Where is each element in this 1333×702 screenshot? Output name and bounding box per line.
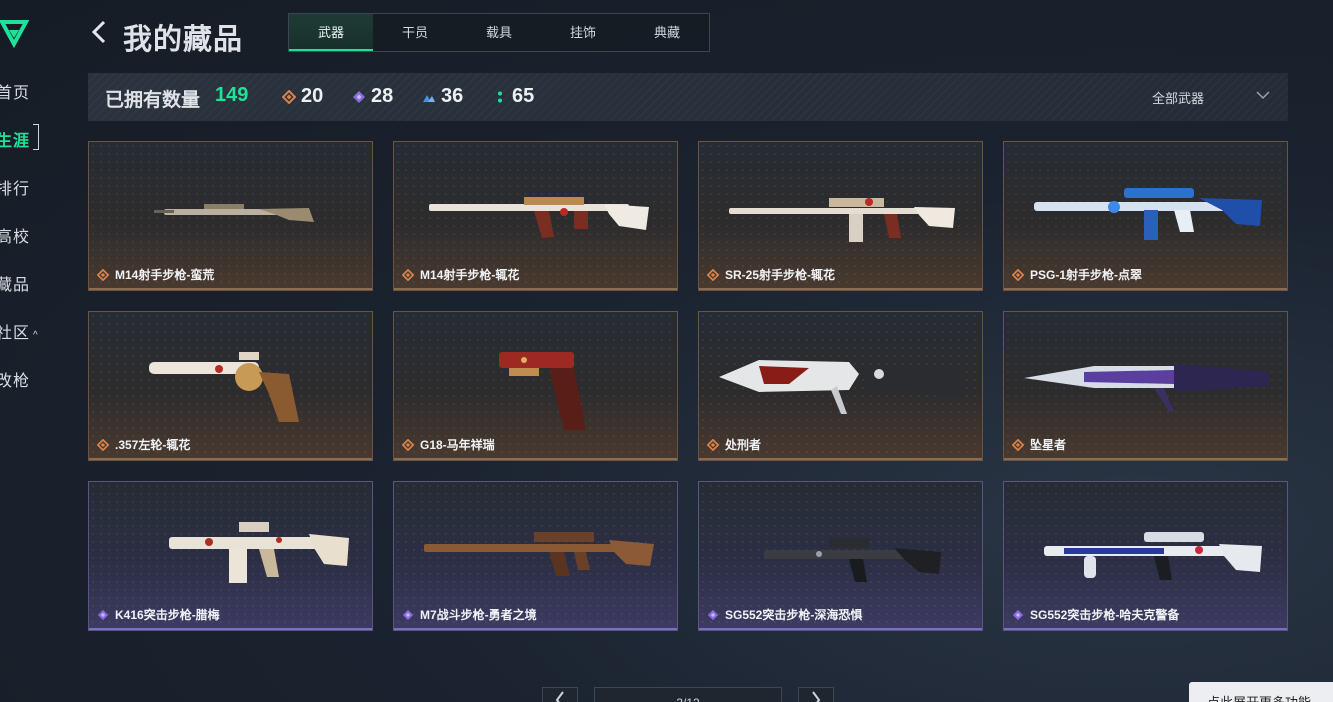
item-name: SG552突击步枪-哈夫克警备 — [1030, 608, 1180, 622]
revolver-image — [149, 352, 299, 422]
item-name: K416突击步枪-腊梅 — [115, 608, 220, 622]
rarity-stat-blue: 36 — [422, 85, 463, 108]
collection-item-card[interactable]: PSG-1射手步枪-点翠 — [1003, 141, 1288, 291]
sg552-rifle-image — [764, 538, 941, 582]
sidebar: 首页 生涯 排行 高校 藏品 社区 ^ 改枪 — [0, 0, 60, 702]
sidebar-item-label: 生涯 — [0, 133, 31, 150]
sidebar-item-ranking[interactable]: 排行 — [0, 175, 30, 199]
app-logo-icon[interactable] — [0, 18, 30, 48]
collection-item-card[interactable]: K416突击步枪-腊梅 — [88, 481, 373, 631]
tab-operators[interactable]: 干员 — [373, 14, 457, 51]
owned-count-label: 已拥有数量 — [105, 90, 201, 111]
k416-rifle-image — [169, 522, 349, 583]
rarity-stat-green: 65 — [493, 85, 534, 108]
rarity-stat-orange: 20 — [282, 85, 323, 108]
category-tabs: 武器 干员 载具 挂饰 典藏 — [288, 13, 710, 52]
sg552-rifle-image — [1044, 532, 1262, 580]
starfall-blade-image — [1024, 364, 1269, 412]
collection-item-card[interactable]: 坠星者 — [1003, 311, 1288, 461]
chevron-up-icon: ^ — [33, 330, 39, 341]
collection-item-card[interactable]: .357左轮-辄花 — [88, 311, 373, 461]
sidebar-item-label: 改枪 — [0, 373, 31, 390]
back-arrow-icon[interactable] — [88, 18, 112, 46]
green-dots-icon — [498, 91, 502, 102]
next-page-button[interactable] — [798, 687, 834, 702]
item-name: SG552突击步枪-深海恐惧 — [725, 608, 863, 622]
owned-count-value: 149 — [215, 84, 249, 106]
sidebar-item-label: 社区 — [0, 325, 31, 342]
orange-diamond-icon — [402, 268, 414, 281]
rarity-count: 20 — [301, 85, 324, 107]
weapon-filter-select[interactable]: 全部武器 — [1152, 88, 1204, 107]
sidebar-item-career[interactable]: 生涯 — [0, 127, 30, 151]
item-name: PSG-1射手步枪-点翠 — [1030, 268, 1143, 282]
stats-bar: 已拥有数量 149 20 28 36 65 全部武器 — [88, 73, 1288, 121]
orange-diamond-icon — [1012, 268, 1024, 281]
tab-vehicles[interactable]: 载具 — [457, 14, 541, 51]
orange-diamond-icon — [282, 89, 296, 104]
purple-diamond-icon — [97, 609, 109, 620]
orange-diamond-icon — [97, 438, 109, 451]
item-name: 坠星者 — [1030, 438, 1067, 452]
orange-diamond-icon — [707, 438, 719, 451]
sidebar-item-gunsmith[interactable]: 改枪 — [0, 367, 30, 391]
collection-item-card[interactable]: 处刑者 — [698, 311, 983, 461]
sidebar-item-college[interactable]: 高校 — [0, 223, 30, 247]
sidebar-item-label: 首页 — [0, 85, 31, 102]
orange-diamond-icon — [1012, 438, 1024, 451]
collection-item-card[interactable]: SG552突击步枪-深海恐惧 — [698, 481, 983, 631]
collection-item-card[interactable]: G18-马年祥瑞 — [393, 311, 678, 461]
orange-diamond-icon — [402, 438, 414, 451]
page-indicator: 3/12 — [594, 687, 782, 702]
blue-chevrons-icon — [423, 94, 435, 102]
orange-diamond-icon — [97, 268, 109, 281]
item-name: M14射手步枪-蛮荒 — [115, 268, 215, 282]
purple-diamond-icon — [353, 90, 365, 103]
rarity-count: 65 — [512, 85, 535, 107]
tab-weapons[interactable]: 武器 — [289, 14, 373, 51]
sidebar-item-community[interactable]: 社区 ^ — [0, 319, 39, 343]
collection-item-card[interactable]: SR-25射手步枪-辄花 — [698, 141, 983, 291]
chevron-right-icon — [812, 691, 821, 702]
g18-pistol-image — [499, 352, 586, 430]
orange-diamond-icon — [707, 268, 719, 281]
m14-rifle-image — [154, 204, 314, 222]
collection-item-card[interactable]: M14射手步枪-蛮荒 — [88, 141, 373, 291]
rarity-count: 28 — [371, 85, 394, 107]
item-name: M14射手步枪-辄花 — [420, 268, 520, 282]
sidebar-item-label: 排行 — [0, 181, 31, 198]
sr25-rifle-image — [729, 198, 955, 242]
purple-diamond-icon — [402, 609, 414, 620]
sidebar-item-label: 藏品 — [0, 277, 31, 294]
item-name: G18-马年祥瑞 — [420, 438, 495, 452]
m7-rifle-image — [424, 532, 654, 576]
sidebar-item-home[interactable]: 首页 — [0, 79, 30, 103]
combat-knife-image — [719, 360, 964, 414]
item-name: .357左轮-辄花 — [115, 438, 191, 452]
rarity-stat-purple: 28 — [352, 85, 393, 108]
chevron-down-icon[interactable] — [1256, 90, 1270, 100]
m14-rifle-image — [429, 197, 649, 238]
more-features-tooltip[interactable]: 点此展开更多功能 — [1189, 682, 1333, 702]
collection-item-card[interactable]: SG552突击步枪-哈夫克警备 — [1003, 481, 1288, 631]
rarity-count: 36 — [441, 85, 464, 107]
tab-charms[interactable]: 挂饰 — [541, 14, 625, 51]
sidebar-item-label: 高校 — [0, 229, 31, 246]
purple-diamond-icon — [1012, 609, 1024, 620]
item-name: SR-25射手步枪-辄花 — [725, 268, 836, 282]
item-name: 处刑者 — [725, 438, 762, 452]
prev-page-button[interactable] — [542, 687, 578, 702]
psg1-rifle-image — [1034, 188, 1262, 240]
collection-item-card[interactable]: M7战斗步枪-勇者之境 — [393, 481, 678, 631]
collection-item-card[interactable]: M14射手步枪-辄花 — [393, 141, 678, 291]
sidebar-item-collection[interactable]: 藏品 — [0, 271, 30, 295]
page-title: 我的藏品 — [123, 24, 244, 56]
item-name: M7战斗步枪-勇者之境 — [420, 608, 537, 622]
active-indicator — [33, 124, 39, 150]
chevron-left-icon — [555, 691, 564, 702]
tab-collectibles[interactable]: 典藏 — [625, 14, 709, 51]
purple-diamond-icon — [707, 609, 719, 620]
